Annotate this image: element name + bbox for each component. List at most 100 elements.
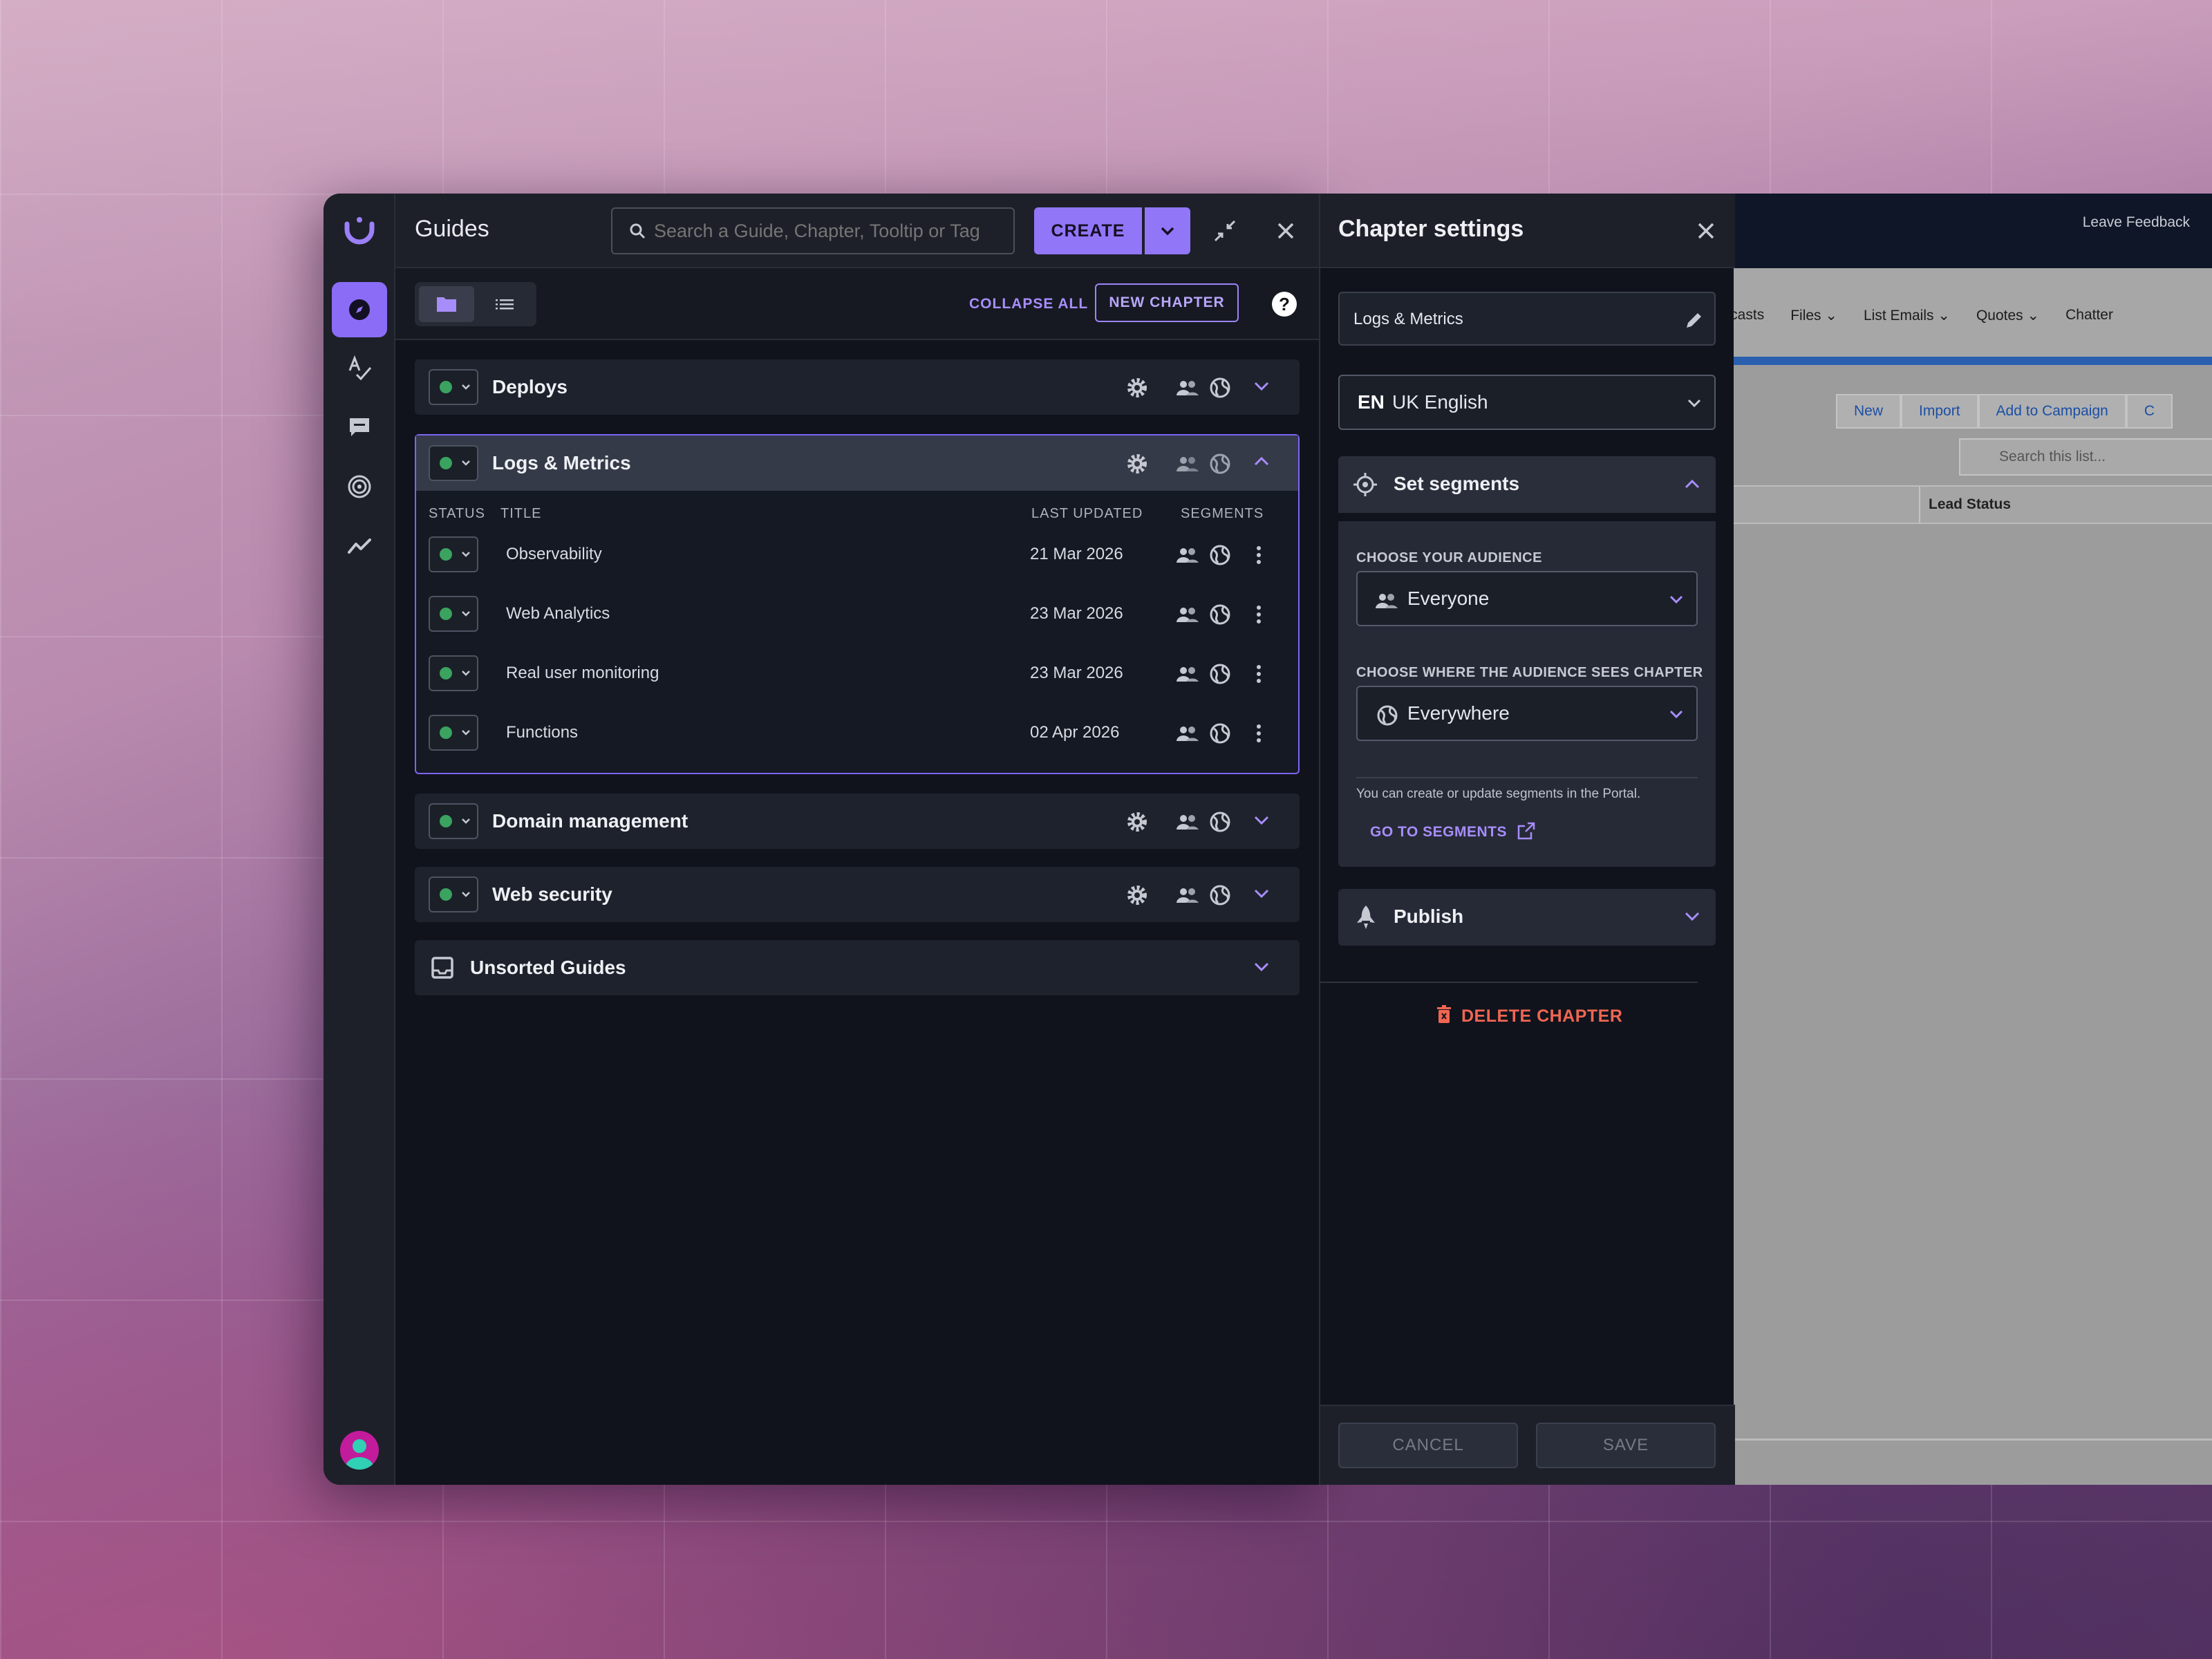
- host-import-button[interactable]: Import: [1901, 394, 1978, 429]
- globe-icon[interactable]: [1208, 376, 1232, 400]
- host-new-button[interactable]: New: [1836, 394, 1902, 429]
- chevron-down-icon: [462, 671, 470, 676]
- chapter-web-security[interactable]: Web security: [415, 867, 1300, 922]
- save-button[interactable]: SAVE: [1536, 1423, 1716, 1468]
- audience-icon[interactable]: [1175, 883, 1200, 907]
- set-segments-header[interactable]: Set segments: [1338, 456, 1716, 513]
- host-column-lead-status[interactable]: Lead Status: [1929, 496, 2011, 513]
- status-dropdown[interactable]: [429, 715, 478, 751]
- chevron-down-icon[interactable]: [1253, 961, 1271, 973]
- status-dropdown[interactable]: [429, 655, 478, 691]
- chapter-name-field[interactable]: Logs & Metrics: [1338, 292, 1716, 346]
- audience-icon[interactable]: [1175, 376, 1200, 400]
- guide-row[interactable]: Functions 02 Apr 2026: [416, 704, 1298, 763]
- status-dropdown[interactable]: [429, 536, 478, 572]
- audience-icon[interactable]: [1175, 662, 1200, 686]
- guide-row[interactable]: Real user monitoring 23 Mar 2026: [416, 644, 1298, 704]
- host-tab-list-emails[interactable]: List Emails ⌄: [1864, 307, 1950, 324]
- delete-chapter-button[interactable]: DELETE CHAPTER: [1436, 1005, 1622, 1027]
- create-dropdown-button[interactable]: [1145, 207, 1190, 254]
- list-view-button[interactable]: [477, 286, 532, 322]
- host-tab-chatter[interactable]: Chatter: [2065, 307, 2113, 324]
- chevron-up-icon[interactable]: [1253, 455, 1271, 467]
- host-tab-quotes[interactable]: Quotes ⌄: [1976, 307, 2039, 324]
- chapter-domain-management[interactable]: Domain management: [415, 794, 1300, 849]
- more-vertical-icon[interactable]: [1254, 603, 1264, 626]
- chevron-down-icon[interactable]: [1253, 814, 1271, 827]
- column-title: TITLE: [500, 506, 542, 521]
- more-vertical-icon[interactable]: [1254, 722, 1264, 745]
- chapter-title: Domain management: [492, 810, 688, 832]
- user-icon: [346, 1439, 373, 1470]
- host-tab-files[interactable]: Files ⌄: [1790, 307, 1837, 324]
- pencil-icon[interactable]: [1684, 310, 1705, 330]
- status-dot: [440, 667, 452, 679]
- minimize-icon[interactable]: [1211, 217, 1239, 245]
- chapter-deploys[interactable]: Deploys: [415, 359, 1300, 415]
- status-dot: [440, 815, 452, 827]
- gear-icon[interactable]: [1125, 452, 1149, 476]
- new-chapter-button[interactable]: NEW CHAPTER: [1095, 283, 1239, 322]
- search-input[interactable]: [611, 207, 1015, 254]
- gear-icon[interactable]: [1125, 883, 1149, 907]
- globe-icon[interactable]: [1208, 452, 1232, 476]
- globe-icon[interactable]: [1208, 543, 1232, 567]
- chapter-logs-metrics[interactable]: Logs & Metrics STATUS TITLE LAST UPDATED…: [415, 434, 1300, 774]
- guide-date: 23 Mar 2026: [1030, 604, 1123, 623]
- chapter-title: Web security: [492, 883, 612, 905]
- trash-icon: [1437, 1005, 1451, 1023]
- chevron-down-icon[interactable]: [1253, 380, 1271, 393]
- more-vertical-icon[interactable]: [1254, 662, 1264, 686]
- host-add-to-campaign-button[interactable]: Add to Campaign: [1978, 394, 2126, 429]
- publish-section[interactable]: Publish: [1338, 889, 1716, 946]
- audience-select[interactable]: Everyone: [1356, 571, 1698, 626]
- segments-body: CHOOSE YOUR AUDIENCE Everyone CHOOSE WHE…: [1338, 521, 1716, 867]
- create-button[interactable]: CREATE: [1034, 207, 1142, 254]
- close-icon[interactable]: [1694, 218, 1718, 243]
- folder-view-button[interactable]: [419, 286, 474, 322]
- globe-icon[interactable]: [1208, 810, 1232, 834]
- globe-icon[interactable]: [1208, 603, 1232, 626]
- help-icon[interactable]: ?: [1272, 292, 1297, 317]
- status-dropdown[interactable]: [429, 877, 478, 912]
- close-icon[interactable]: [1273, 218, 1298, 243]
- go-to-segments-link[interactable]: GO TO SEGMENTS: [1370, 821, 1536, 841]
- host-leave-feedback-link[interactable]: Leave Feedback: [2083, 214, 2190, 231]
- audience-icon[interactable]: [1175, 452, 1200, 476]
- host-more-button[interactable]: C: [2126, 394, 2173, 429]
- audience-icon[interactable]: [1175, 810, 1200, 834]
- audience-icon[interactable]: [1175, 722, 1200, 745]
- rail-guides-button[interactable]: [332, 282, 387, 337]
- cancel-button[interactable]: CANCEL: [1338, 1423, 1518, 1468]
- rail-goals-button[interactable]: [332, 459, 387, 514]
- globe-icon[interactable]: [1208, 722, 1232, 745]
- guide-row[interactable]: Web Analytics 23 Mar 2026: [416, 585, 1298, 644]
- status-dropdown[interactable]: [429, 445, 478, 481]
- gear-icon[interactable]: [1125, 810, 1149, 834]
- chapter-title: Logs & Metrics: [492, 452, 631, 474]
- globe-icon[interactable]: [1208, 883, 1232, 907]
- globe-icon[interactable]: [1208, 662, 1232, 686]
- status-dropdown[interactable]: [429, 803, 478, 839]
- unsorted-guides-section[interactable]: Unsorted Guides: [415, 940, 1300, 995]
- guide-row[interactable]: Observability 21 Mar 2026: [416, 525, 1298, 585]
- chevron-down-icon[interactable]: [1253, 888, 1271, 900]
- chapter-settings-panel: Chapter settings Logs & Metrics EN UK En…: [1319, 194, 1735, 1485]
- status-dropdown[interactable]: [429, 596, 478, 632]
- collapse-all-button[interactable]: COLLAPSE ALL: [969, 296, 1088, 312]
- rail-analytics-button[interactable]: [332, 518, 387, 574]
- message-icon: [350, 418, 369, 436]
- host-table-header: ail Lead Status: [1700, 485, 2212, 524]
- language-select[interactable]: EN UK English: [1338, 375, 1716, 430]
- more-vertical-icon[interactable]: [1254, 543, 1264, 567]
- rail-spelling-button[interactable]: [332, 340, 387, 395]
- host-search-input[interactable]: Search this list...: [1959, 438, 2212, 476]
- audience-icon[interactable]: [1175, 543, 1200, 567]
- gear-icon[interactable]: [1125, 376, 1149, 400]
- chevron-up-icon: [1685, 479, 1700, 489]
- audience-icon[interactable]: [1175, 603, 1200, 626]
- rail-tooltips-button[interactable]: [332, 400, 387, 455]
- where-select[interactable]: Everywhere: [1356, 686, 1698, 741]
- user-avatar[interactable]: [340, 1431, 379, 1470]
- status-dropdown[interactable]: [429, 369, 478, 405]
